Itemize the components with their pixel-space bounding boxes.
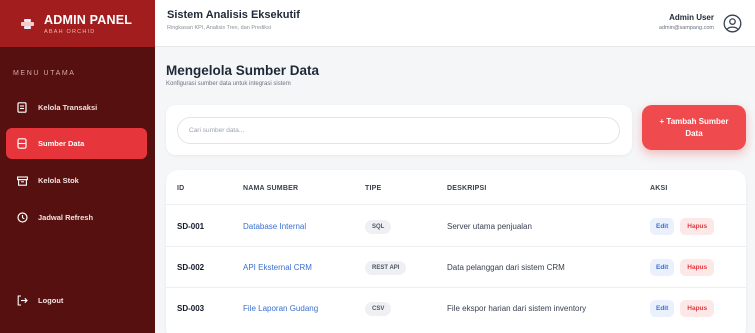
brand-title: ADMIN PANEL xyxy=(44,12,133,27)
column-header-id: ID xyxy=(177,185,185,192)
row-description: Server utama penjualan xyxy=(447,222,532,231)
column-header-actions: AKSI xyxy=(650,185,668,192)
search-input[interactable] xyxy=(177,117,620,144)
column-header-name: NAMA SUMBER xyxy=(243,185,299,192)
row-description: Data pelanggan dari sistem CRM xyxy=(447,263,565,272)
transaction-icon xyxy=(16,102,28,114)
clock-icon xyxy=(16,212,28,224)
logout-button[interactable]: Logout xyxy=(6,285,147,316)
type-badge: REST API xyxy=(365,260,407,275)
row-id: SD-002 xyxy=(177,263,205,272)
type-badge: CSV xyxy=(365,301,392,316)
row-type: CSV xyxy=(365,288,392,329)
edit-button[interactable]: Edit xyxy=(650,300,675,317)
edit-button[interactable]: Edit xyxy=(650,259,675,276)
app-subtitle: Ringkasan KPI, Analisis Tren, dan Predik… xyxy=(167,25,271,31)
row-id: SD-001 xyxy=(177,222,205,231)
data-source-table: ID NAMA SUMBER TIPE DESKRIPSI AKSI SD-00… xyxy=(166,170,746,333)
type-badge: SQL xyxy=(365,219,392,234)
user-email: admin@sampang.com xyxy=(658,25,714,31)
sidebar-item-kelola-stok[interactable]: Kelola Stok xyxy=(6,165,147,196)
menu-header: MENU UTAMA xyxy=(13,70,76,77)
row-actions: Edit Hapus xyxy=(650,206,715,247)
row-id: SD-003 xyxy=(177,304,205,313)
sidebar-item-label: Jadwal Refresh xyxy=(38,213,94,222)
sidebar-item-kelola-transaksi[interactable]: Kelola Transaksi xyxy=(6,92,147,123)
delete-button[interactable]: Hapus xyxy=(680,218,715,235)
sidebar-item-label: Sumber Data xyxy=(38,139,85,148)
row-type: SQL xyxy=(365,206,392,247)
database-icon xyxy=(16,138,28,150)
sidebar-item-label: Kelola Stok xyxy=(38,176,79,185)
table-row: SD-003 File Laporan Gudang CSV File eksp… xyxy=(166,288,746,329)
sidebar-item-jadwal-refresh[interactable]: Jadwal Refresh xyxy=(6,202,147,233)
app-title: Sistem Analisis Eksekutif xyxy=(167,9,300,21)
delete-button[interactable]: Hapus xyxy=(680,259,715,276)
table-row: SD-001 Database Internal SQL Server utam… xyxy=(166,206,746,247)
logo-icon xyxy=(20,17,34,31)
row-source-name-link[interactable]: Database Internal xyxy=(243,206,306,247)
user-name: Admin User xyxy=(669,13,714,22)
row-source-name-link[interactable]: API Eksternal CRM xyxy=(243,247,312,288)
row-actions: Edit Hapus xyxy=(650,288,715,329)
edit-button[interactable]: Edit xyxy=(650,218,675,235)
page-subtitle: Konfigurasi sumber data untuk integrasi … xyxy=(166,81,291,87)
top-bar: Sistem Analisis Eksekutif Ringkasan KPI,… xyxy=(155,0,755,47)
inventory-icon xyxy=(16,175,28,187)
row-source-name-link[interactable]: File Laporan Gudang xyxy=(243,288,318,329)
column-header-description: DESKRIPSI xyxy=(447,185,487,192)
header-divider xyxy=(166,204,746,205)
sidebar-item-label: Kelola Transaksi xyxy=(38,103,98,112)
brand-subtitle: ABAH ORCHID xyxy=(44,28,96,35)
add-button-line2: Data xyxy=(685,128,703,138)
delete-button[interactable]: Hapus xyxy=(680,300,715,317)
add-button-line1: + Tambah Sumber xyxy=(659,116,729,126)
search-card xyxy=(166,105,632,155)
row-description: File ekspor harian dari sistem inventory xyxy=(447,304,587,313)
sidebar-item-sumber-data[interactable]: Sumber Data xyxy=(6,128,147,159)
logout-label: Logout xyxy=(38,296,64,305)
table-row: SD-002 API Eksternal CRM REST API Data p… xyxy=(166,247,746,288)
logout-icon xyxy=(16,295,28,307)
row-actions: Edit Hapus xyxy=(650,247,715,288)
brand-header: ADMIN PANEL ABAH ORCHID xyxy=(0,0,155,47)
page-title: Mengelola Sumber Data xyxy=(166,63,320,78)
add-source-button[interactable]: + Tambah Sumber Data xyxy=(642,105,746,150)
user-avatar-icon[interactable] xyxy=(723,14,742,33)
row-type: REST API xyxy=(365,247,407,288)
sidebar: ADMIN PANEL ABAH ORCHID MENU UTAMA Kelol… xyxy=(0,0,155,333)
column-header-type: TIPE xyxy=(365,185,382,192)
